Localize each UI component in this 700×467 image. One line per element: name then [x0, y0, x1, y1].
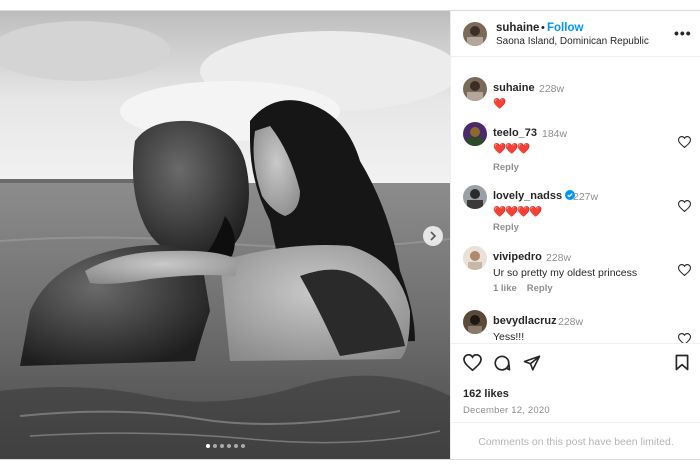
post-date[interactable]: December 12, 2020 [463, 405, 550, 416]
likes-count[interactable]: 162 likes [463, 388, 509, 400]
comment-text: ❤️ [493, 98, 506, 110]
comment-actions: Reply [493, 162, 529, 173]
comment-time[interactable]: 228w [546, 252, 571, 264]
comment-icon[interactable] [493, 354, 511, 372]
carousel-indicator [0, 444, 450, 448]
comment-username[interactable]: lovely_nadss [493, 190, 576, 202]
comment-username[interactable]: vivipedro [493, 251, 542, 263]
comment-avatar[interactable] [463, 246, 487, 270]
next-photo-button[interactable] [423, 226, 443, 246]
comment-avatar[interactable] [463, 77, 487, 101]
carousel-dot [219, 444, 224, 448]
like-comment-icon[interactable] [678, 333, 691, 343]
like-icon[interactable] [463, 354, 482, 371]
reply-button[interactable]: Reply [493, 162, 519, 173]
comment-likes[interactable]: 1 like [493, 283, 517, 294]
comment-actions: Reply [493, 222, 529, 233]
post-sidebar: suhaine • Follow Saona Island, Dominican… [450, 11, 700, 459]
bookmark-icon[interactable] [675, 354, 689, 371]
carousel-dot [233, 444, 238, 448]
author-avatar[interactable] [463, 22, 487, 46]
author-username[interactable]: suhaine [496, 22, 539, 34]
carousel-dot [226, 444, 231, 448]
comment-username[interactable]: suhaine [493, 82, 535, 94]
comment-avatar[interactable] [463, 122, 487, 146]
carousel-dot [205, 444, 210, 448]
comment-avatar[interactable] [463, 185, 487, 209]
beach-couple-photo [0, 11, 450, 459]
post-actions: 162 likes December 12, 2020 Comments on … [451, 343, 700, 459]
comment-text: Yess!!! Nice pic!!! [493, 331, 525, 343]
share-icon[interactable] [523, 354, 541, 372]
comment-text: ❤️❤️❤️❤️ [493, 206, 542, 218]
post-container: suhaine • Follow Saona Island, Dominican… [0, 10, 700, 460]
carousel-dot [212, 444, 217, 448]
reply-button[interactable]: Reply [527, 283, 553, 294]
comment-time[interactable]: 228w [539, 83, 564, 95]
post-location[interactable]: Saona Island, Dominican Republic [496, 36, 649, 47]
comment-text: ❤️❤️❤️ [493, 143, 530, 155]
post-header: suhaine • Follow Saona Island, Dominican… [451, 11, 700, 57]
comment-username[interactable]: teelo_73 [493, 127, 537, 139]
comment-avatar[interactable] [463, 310, 487, 334]
like-comment-icon[interactable] [678, 136, 691, 148]
comment-username-text[interactable]: lovely_nadss [493, 190, 562, 202]
comment-time[interactable]: 184w [542, 128, 567, 140]
comment-time[interactable]: 227w [573, 191, 598, 203]
comments-list[interactable]: suhaine 228w ❤️ teelo_73 184w ❤️❤️❤️ Rep… [451, 57, 700, 343]
comments-limited-notice: Comments on this post have been limited. [451, 422, 700, 460]
comment-username[interactable]: bevydlacruz [493, 315, 557, 327]
more-options-button[interactable]: ••• [674, 25, 692, 41]
post-photo[interactable] [0, 11, 450, 459]
like-comment-icon[interactable] [678, 200, 691, 212]
comment-text: Ur so pretty my oldest princess [493, 267, 638, 279]
like-comment-icon[interactable] [678, 264, 691, 276]
comment-actions: 1 like Reply [493, 283, 563, 294]
carousel-dot [240, 444, 245, 448]
header-separator: • [541, 22, 545, 34]
follow-button[interactable]: Follow [547, 22, 583, 34]
chevron-right-icon [430, 231, 437, 241]
reply-button[interactable]: Reply [493, 222, 519, 233]
comment-time[interactable]: 228w [558, 316, 583, 328]
